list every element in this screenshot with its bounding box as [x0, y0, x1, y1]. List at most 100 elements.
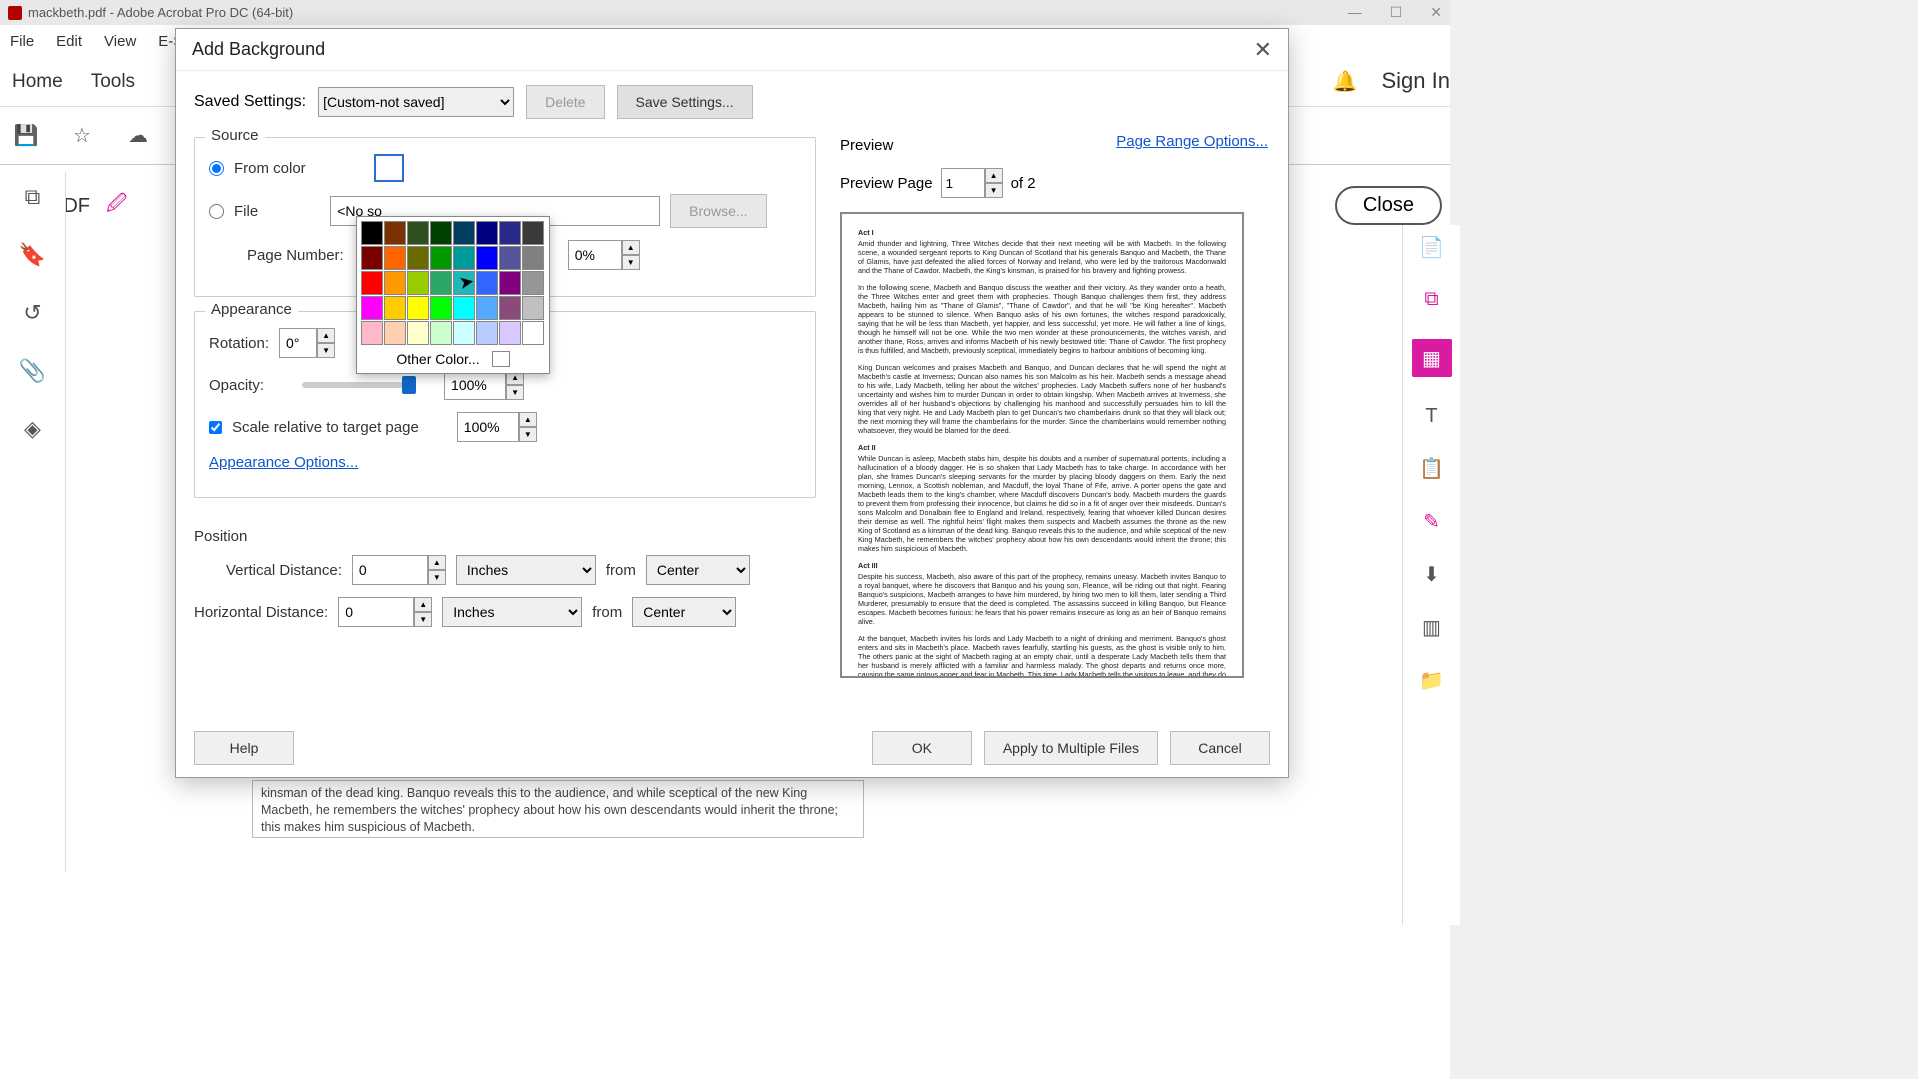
color-cell[interactable] — [407, 246, 429, 270]
bookmark-icon[interactable]: 🔖 — [19, 242, 46, 268]
delete-button[interactable]: Delete — [526, 85, 604, 119]
color-cell[interactable] — [361, 271, 383, 295]
edit-tool-icon[interactable]: 🖉 — [106, 189, 127, 223]
color-cell[interactable] — [476, 221, 498, 245]
color-cell[interactable] — [522, 296, 544, 320]
scale-up[interactable]: ▲ — [519, 412, 537, 427]
menu-view[interactable]: View — [104, 33, 136, 50]
preview-page-input[interactable] — [941, 168, 985, 198]
scale-checkbox[interactable] — [209, 421, 222, 434]
color-cell[interactable] — [361, 246, 383, 270]
other-color-link[interactable]: Other Color... — [396, 351, 479, 367]
appearance-options-link[interactable]: Appearance Options... — [209, 454, 358, 471]
preview-page-up[interactable]: ▲ — [985, 168, 1003, 183]
from-color-radio[interactable] — [209, 161, 224, 176]
layers-icon[interactable]: ◈ — [24, 416, 41, 442]
color-cell[interactable] — [407, 321, 429, 345]
history-icon[interactable]: ↺ — [23, 300, 41, 326]
color-cell[interactable] — [430, 296, 452, 320]
cloud-upload-icon[interactable]: ☁ — [124, 122, 152, 150]
color-cell[interactable] — [499, 321, 521, 345]
menu-edit[interactable]: Edit — [56, 33, 82, 50]
color-cell[interactable] — [384, 296, 406, 320]
h-dist-input[interactable] — [338, 597, 414, 627]
color-cell[interactable] — [522, 221, 544, 245]
color-cell[interactable] — [384, 246, 406, 270]
opacity-input[interactable] — [444, 370, 506, 400]
cancel-button[interactable]: Cancel — [1170, 731, 1270, 765]
v-dist-up[interactable]: ▲ — [428, 555, 446, 570]
color-cell[interactable] — [453, 221, 475, 245]
bell-icon[interactable]: 🔔 — [1333, 69, 1358, 94]
sign-icon[interactable]: ✎ — [1423, 509, 1440, 534]
tab-home[interactable]: Home — [12, 71, 63, 93]
dialog-close-icon[interactable]: ✕ — [1254, 37, 1272, 63]
color-cell[interactable] — [407, 221, 429, 245]
close-window-icon[interactable]: ✕ — [1430, 4, 1442, 21]
color-cell[interactable] — [384, 221, 406, 245]
ok-button[interactable]: OK — [872, 731, 972, 765]
rotation-up[interactable]: ▲ — [317, 328, 335, 343]
star-icon[interactable]: ☆ — [68, 122, 96, 150]
browse-button[interactable]: Browse... — [670, 194, 766, 228]
page-number-up[interactable]: ▲ — [622, 240, 640, 255]
v-dist-input[interactable] — [352, 555, 428, 585]
scale-down[interactable]: ▼ — [519, 427, 537, 442]
color-cell[interactable] — [384, 271, 406, 295]
close-button[interactable]: Close — [1335, 186, 1442, 225]
saved-settings-select[interactable]: [Custom-not saved] — [318, 87, 514, 117]
color-cell[interactable] — [430, 271, 452, 295]
compress-icon[interactable]: ▥ — [1422, 615, 1441, 640]
v-unit-select[interactable]: Inches — [456, 555, 596, 585]
rotation-input[interactable] — [279, 328, 317, 358]
preview-page-down[interactable]: ▼ — [985, 183, 1003, 198]
color-cell[interactable] — [499, 296, 521, 320]
page-range-link[interactable]: Page Range Options... — [1116, 133, 1268, 150]
help-button[interactable]: Help — [194, 731, 294, 765]
create-pdf-icon[interactable]: 📄 — [1419, 235, 1444, 260]
v-anchor-select[interactable]: Center — [646, 555, 750, 585]
color-cell[interactable] — [361, 296, 383, 320]
tab-tools[interactable]: Tools — [91, 71, 135, 93]
text-tool-icon[interactable]: T — [1425, 405, 1437, 428]
color-cell[interactable] — [499, 271, 521, 295]
save-icon[interactable]: 💾 — [12, 122, 40, 150]
color-cell[interactable] — [361, 221, 383, 245]
edit-pdf-tool-icon[interactable]: ▦ — [1412, 339, 1452, 377]
more-tool-icon[interactable]: 📁 — [1419, 668, 1444, 693]
color-cell[interactable] — [522, 321, 544, 345]
color-cell[interactable] — [476, 246, 498, 270]
color-cell[interactable] — [499, 221, 521, 245]
color-cell[interactable] — [430, 321, 452, 345]
h-anchor-select[interactable]: Center — [632, 597, 736, 627]
pages-icon[interactable]: ⧉ — [25, 184, 41, 210]
combine-icon[interactable]: ⧉ — [1424, 288, 1438, 311]
color-cell[interactable] — [430, 221, 452, 245]
export-icon[interactable]: 📋 — [1419, 456, 1444, 481]
opacity-slider[interactable] — [302, 382, 410, 388]
rotation-down[interactable]: ▼ — [317, 343, 335, 358]
apply-multiple-button[interactable]: Apply to Multiple Files — [984, 731, 1158, 765]
color-cell[interactable] — [430, 246, 452, 270]
organize-icon[interactable]: ⬇ — [1423, 562, 1440, 587]
other-color-swatch[interactable] — [492, 351, 510, 367]
h-dist-down[interactable]: ▼ — [414, 612, 432, 627]
h-unit-select[interactable]: Inches — [442, 597, 582, 627]
color-swatch[interactable] — [374, 154, 404, 182]
attachment-icon[interactable]: 📎 — [19, 358, 46, 384]
file-radio[interactable] — [209, 204, 224, 219]
color-cell[interactable] — [476, 296, 498, 320]
color-cell[interactable] — [361, 321, 383, 345]
page-number-input[interactable] — [568, 240, 622, 270]
opacity-down[interactable]: ▼ — [506, 385, 524, 400]
sign-in-link[interactable]: Sign In — [1382, 68, 1451, 94]
maximize-icon[interactable]: ☐ — [1390, 4, 1403, 21]
color-cell[interactable] — [476, 321, 498, 345]
color-cell[interactable] — [522, 246, 544, 270]
color-cell[interactable] — [407, 296, 429, 320]
save-settings-button[interactable]: Save Settings... — [617, 85, 753, 119]
scale-input[interactable] — [457, 412, 519, 442]
menu-file[interactable]: File — [10, 33, 34, 50]
color-cell[interactable] — [499, 246, 521, 270]
v-dist-down[interactable]: ▼ — [428, 570, 446, 585]
